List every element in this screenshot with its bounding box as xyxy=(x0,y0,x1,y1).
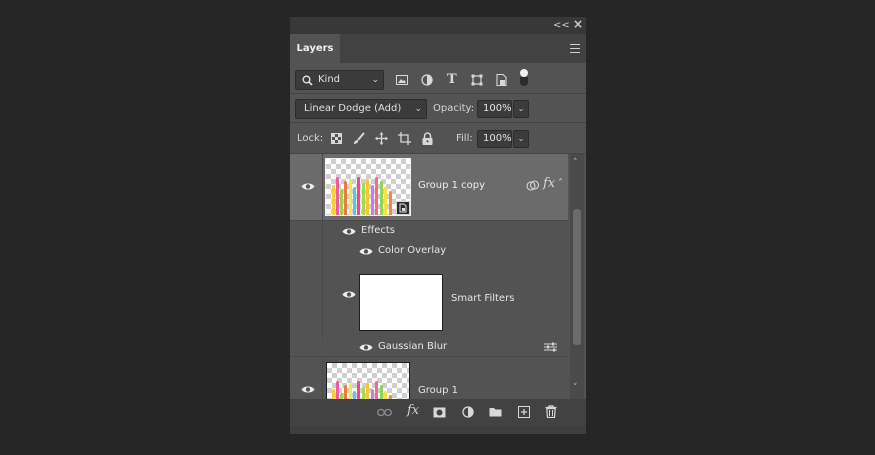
layer-thumbnail xyxy=(325,158,411,216)
lock-position-icon[interactable] xyxy=(375,132,388,145)
visibility-eye-icon[interactable] xyxy=(359,343,373,352)
lock-transparent-pixels-icon[interactable] xyxy=(331,133,342,144)
effects-row[interactable]: Effects xyxy=(290,220,568,340)
layers-list: Group 1 copy fx ˄ Effects Color Overlay xyxy=(290,154,586,399)
opacity-label: Opacity: xyxy=(433,103,475,114)
scrollbar-thumb[interactable] xyxy=(573,209,581,345)
panel-bottom-edge xyxy=(290,426,586,434)
new-group-icon[interactable] xyxy=(489,407,502,417)
tab-bar: Layers xyxy=(290,34,586,63)
blend-mode-value: Linear Dodge (Add) xyxy=(304,103,402,114)
layer-row-group-1[interactable]: Group 1 xyxy=(290,357,568,399)
delete-icon[interactable] xyxy=(545,405,557,418)
lock-image-pixels-icon[interactable] xyxy=(353,132,365,145)
adjustment-filter-icon[interactable] xyxy=(421,74,433,86)
layers-scrollbar[interactable]: ˄ ˅ xyxy=(570,154,584,399)
tab-layers[interactable]: Layers xyxy=(290,34,340,63)
smart-filter-indicator-icon xyxy=(526,180,540,191)
filter-kind-label: Kind xyxy=(318,74,341,85)
fill-input[interactable]: 100% xyxy=(477,130,512,148)
filter-row: Kind ⌄ T xyxy=(290,63,586,94)
smart-filter-mask-thumbnail[interactable] xyxy=(359,274,443,331)
lock-label: Lock: xyxy=(297,133,324,144)
blend-row: Linear Dodge (Add) ⌄ Opacity: 100% ⌄ xyxy=(290,94,586,123)
type-filter-icon[interactable]: T xyxy=(447,72,457,87)
layer-name[interactable]: Group 1 copy xyxy=(418,180,485,191)
fill-label: Fill: xyxy=(456,133,473,144)
filter-name: Gaussian Blur xyxy=(378,341,448,352)
smart-object-filter-icon[interactable] xyxy=(496,74,507,86)
blend-mode-dropdown[interactable]: Linear Dodge (Add) ⌄ xyxy=(295,99,427,119)
visibility-eye-icon[interactable] xyxy=(301,385,315,394)
collapse-panel-button[interactable]: << xyxy=(553,19,570,32)
layers-panel: << × Layers Kind ⌄ T Linear Dodge (Add) … xyxy=(290,17,586,434)
filter-blending-options-icon[interactable] xyxy=(544,342,557,352)
effect-row-color-overlay[interactable]: Color Overlay xyxy=(290,240,568,260)
layer-name[interactable]: Group 1 xyxy=(418,385,458,396)
scroll-down-icon[interactable]: ˅ xyxy=(573,383,578,393)
lock-row: Lock: Fill: 100% ⌄ xyxy=(290,123,586,154)
effects-label: Effects xyxy=(361,225,395,236)
filter-kind-dropdown[interactable]: Kind ⌄ xyxy=(295,70,384,90)
shape-filter-icon[interactable] xyxy=(471,74,483,86)
filter-row-gaussian-blur[interactable]: Gaussian Blur xyxy=(290,336,568,357)
filter-toggle[interactable] xyxy=(520,69,528,87)
smart-filters-row[interactable]: Smart Filters xyxy=(290,260,568,336)
layers-footer: fx xyxy=(290,399,586,426)
chevron-down-icon: ⌄ xyxy=(414,104,422,114)
adjustment-layer-icon[interactable] xyxy=(462,406,474,418)
fx-icon[interactable]: fx xyxy=(407,403,419,418)
layer-mask-icon[interactable] xyxy=(433,407,446,418)
close-panel-button[interactable]: × xyxy=(573,18,583,31)
visibility-eye-icon[interactable] xyxy=(301,182,315,191)
link-layers-icon[interactable] xyxy=(377,408,392,417)
visibility-eye-icon[interactable] xyxy=(342,227,356,236)
layer-thumbnail xyxy=(326,362,410,399)
lock-artboard-icon[interactable] xyxy=(398,132,411,145)
effect-name: Color Overlay xyxy=(378,245,447,256)
visibility-eye-icon[interactable] xyxy=(359,247,373,256)
visibility-eye-icon[interactable] xyxy=(342,290,356,299)
search-icon xyxy=(302,75,313,86)
layer-row-group-1-copy[interactable]: Group 1 copy fx ˄ xyxy=(290,154,568,221)
fx-indicator-icon[interactable]: fx xyxy=(543,176,555,191)
fill-dropdown-button[interactable]: ⌄ xyxy=(513,130,529,148)
panel-title-bar: << × xyxy=(290,17,586,34)
image-filter-icon[interactable] xyxy=(396,75,408,85)
panel-menu-icon[interactable] xyxy=(570,44,580,53)
scroll-up-icon[interactable]: ˄ xyxy=(573,158,578,168)
opacity-input[interactable]: 100% xyxy=(477,100,512,118)
chevron-down-icon: ⌄ xyxy=(371,75,379,85)
new-layer-icon[interactable] xyxy=(518,406,530,418)
smart-filters-label: Smart Filters xyxy=(451,293,515,304)
lock-all-icon[interactable] xyxy=(422,132,433,145)
collapse-effects-chevron-icon[interactable]: ˄ xyxy=(558,178,563,189)
smart-object-badge-icon xyxy=(396,201,410,215)
opacity-dropdown-button[interactable]: ⌄ xyxy=(513,100,529,118)
